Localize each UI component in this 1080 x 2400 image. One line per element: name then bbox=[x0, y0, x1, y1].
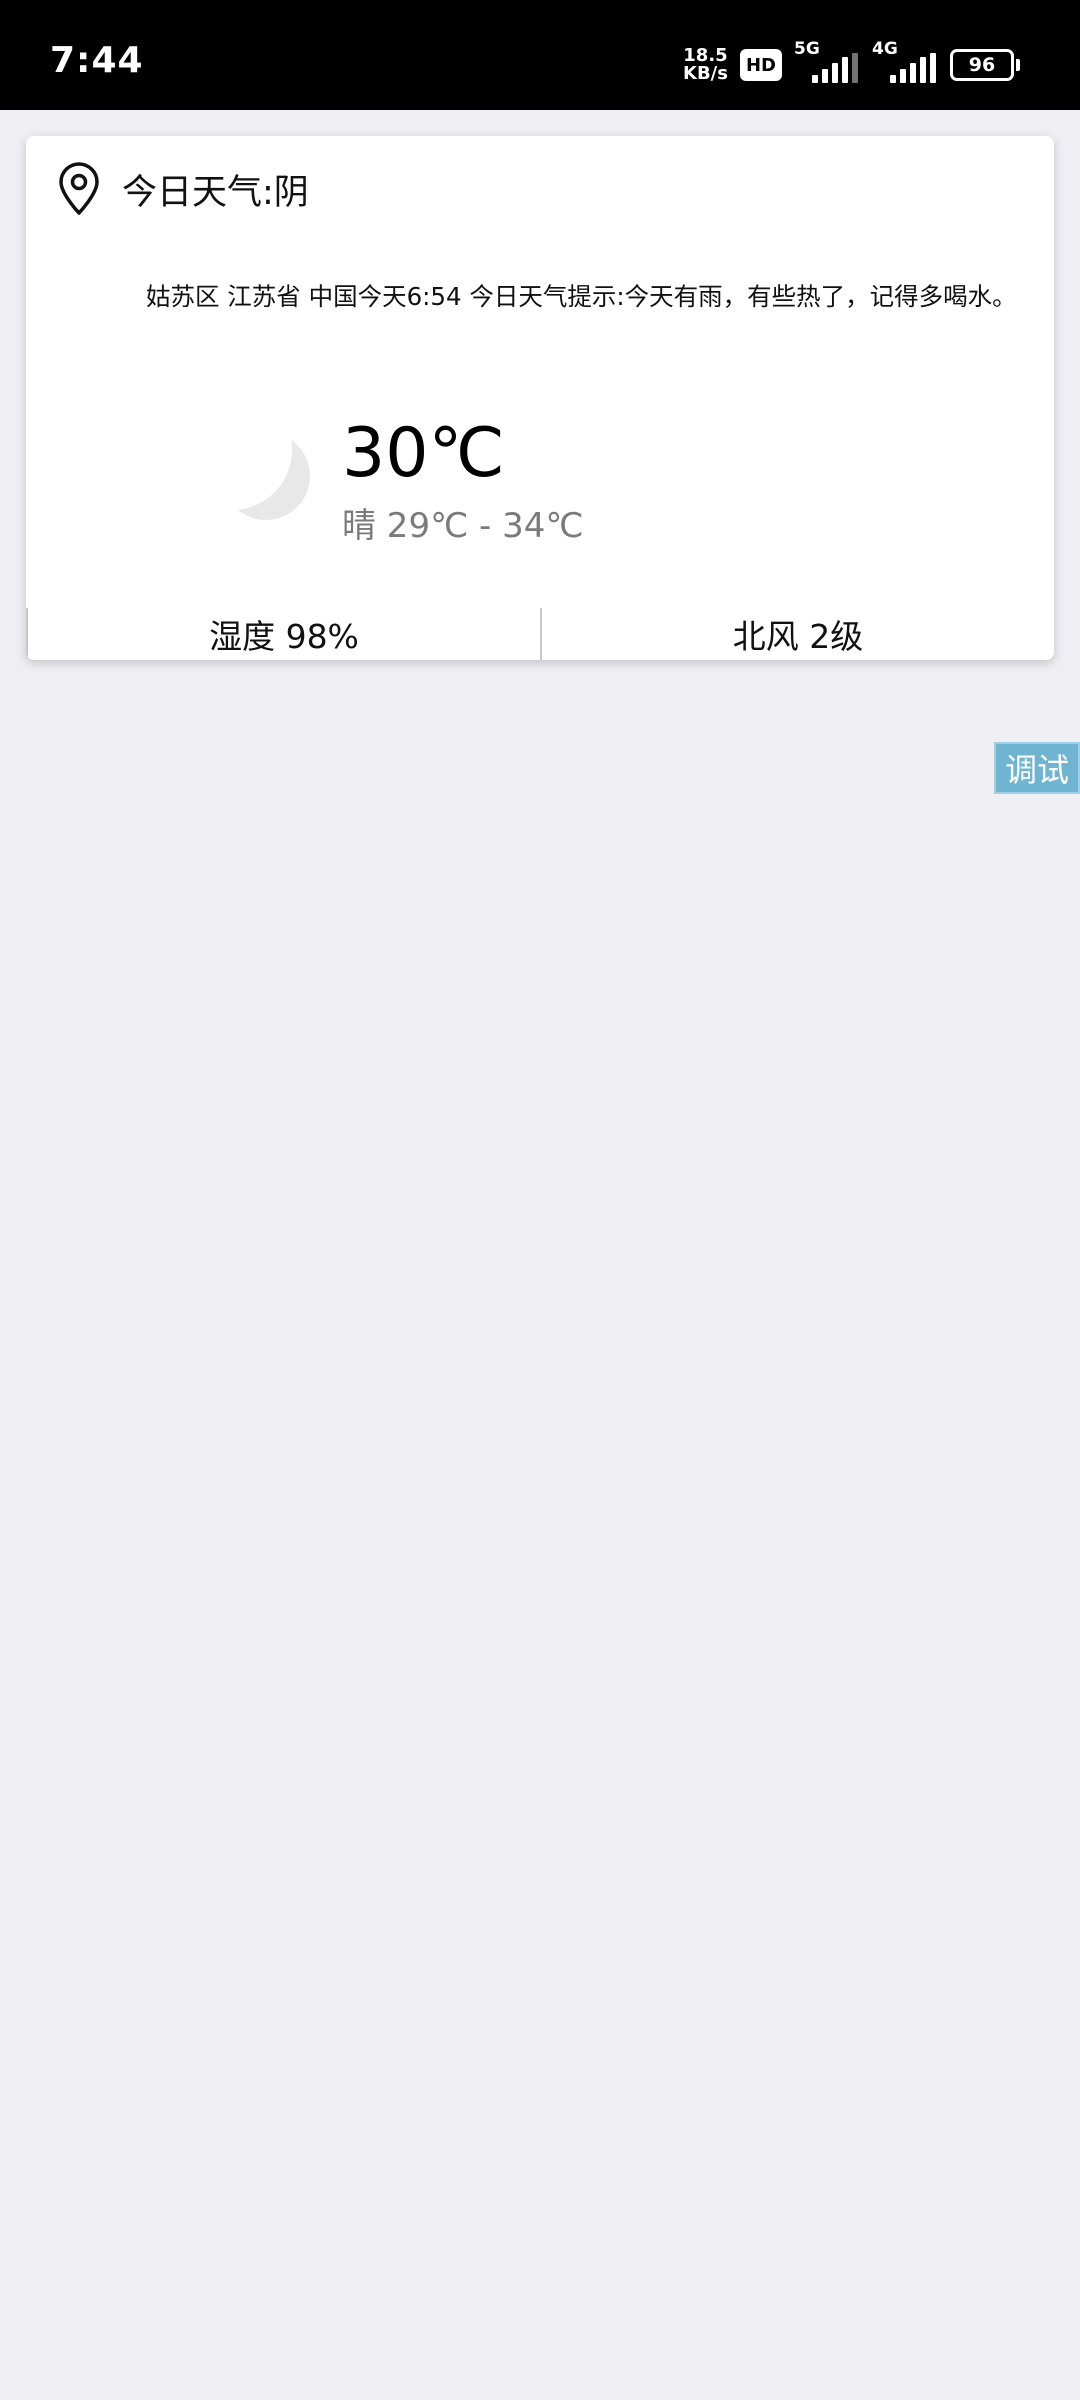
temperature-range: 晴 29℃ - 34℃ bbox=[342, 506, 584, 546]
moon-icon bbox=[222, 432, 310, 520]
battery-icon: 96 bbox=[950, 49, 1020, 81]
signal-5g-icon: 5G bbox=[794, 39, 860, 85]
location-pin-icon bbox=[59, 162, 99, 215]
network-speed: 18.5 KB/s bbox=[683, 47, 728, 83]
weather-tip: 姑苏区 江苏省 中国今天6:54 今日天气提示:今天有雨，有些热了，记得多喝水。 bbox=[146, 282, 1017, 311]
hd-voice-badge: HD bbox=[739, 49, 782, 81]
status-bar: 7:44 18.5 KB/s HD 5G 4G 96 bbox=[0, 0, 1080, 110]
weather-details-row: 湿度 98% 北风 2级 bbox=[26, 608, 1054, 660]
status-icons: 18.5 KB/s HD 5G 4G 96 bbox=[683, 39, 1020, 86]
status-time: 7:44 bbox=[50, 40, 144, 81]
wind-label: 北风 2级 bbox=[540, 608, 1054, 660]
debug-button[interactable]: 调试 bbox=[994, 742, 1080, 794]
humidity-label: 湿度 98% bbox=[26, 608, 540, 660]
signal-4g-icon: 4G bbox=[872, 39, 938, 85]
weather-title: 今日天气:阴 bbox=[122, 172, 309, 213]
weather-card[interactable]: 今日天气:阴 姑苏区 江苏省 中国今天6:54 今日天气提示:今天有雨，有些热了… bbox=[26, 136, 1054, 660]
battery-level: 96 bbox=[968, 54, 996, 76]
network-speed-unit: KB/s bbox=[683, 63, 728, 84]
location-header: 今日天气:阴 bbox=[56, 162, 309, 216]
current-temperature: 30℃ bbox=[342, 414, 505, 493]
